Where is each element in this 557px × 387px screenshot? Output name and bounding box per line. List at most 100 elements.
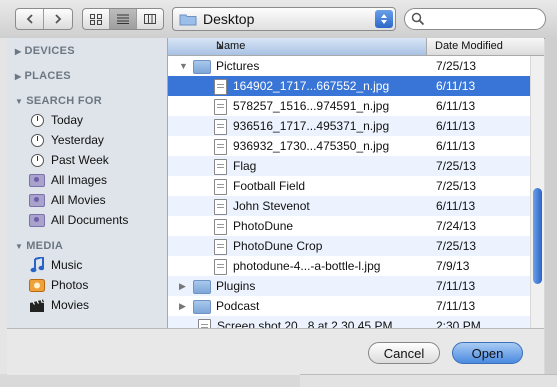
file-row[interactable]: photodune-4...-a-bottle-l.jpg 7/9/13 xyxy=(168,256,544,276)
folder-icon xyxy=(193,280,211,294)
file-row[interactable]: Flag 7/25/13 xyxy=(168,156,544,176)
disclosure-open-icon[interactable]: ▼ xyxy=(179,61,188,71)
chevron-left-icon xyxy=(26,14,33,24)
folder-icon xyxy=(193,300,211,314)
column-header-name[interactable]: Name ▲ xyxy=(168,38,427,55)
search-field[interactable] xyxy=(404,8,546,30)
file-list: Name ▲ Date Modified ▼ Pictures 7/25/13 164… xyxy=(168,38,544,328)
cancel-button[interactable]: Cancel xyxy=(368,342,440,364)
photos-icon xyxy=(29,277,45,293)
smart-folder-icon xyxy=(29,192,45,208)
disclosure-closed-icon[interactable]: ▶ xyxy=(179,281,186,292)
document-icon xyxy=(214,159,227,175)
file-name: 936932_1730...475350_n.jpg xyxy=(233,139,390,153)
vertical-scrollbar[interactable] xyxy=(530,56,544,328)
date-modified: 7/25/13 xyxy=(436,159,477,173)
chevron-right-icon xyxy=(55,14,62,24)
window-edge-right xyxy=(545,38,557,374)
location-popup[interactable]: Desktop xyxy=(172,7,396,31)
sidebar-item-movies[interactable]: Movies xyxy=(29,296,89,314)
sidebar-section-media[interactable]: ▼ MEDIA xyxy=(15,240,63,252)
disclosure-open-icon: ▼ xyxy=(15,241,24,251)
file-row[interactable]: John Stevenot 6/11/13 xyxy=(168,196,544,216)
search-input[interactable] xyxy=(425,11,539,27)
section-label: PLACES xyxy=(24,70,71,82)
date-modified: 2:30 PM xyxy=(436,319,481,328)
date-modified: 7/11/13 xyxy=(436,299,476,313)
date-modified: 7/25/13 xyxy=(436,59,477,73)
disclosure-closed-icon[interactable]: ▶ xyxy=(179,301,186,312)
date-modified: 6/11/13 xyxy=(436,79,476,93)
sidebar-section-devices[interactable]: ▶ DEVICES xyxy=(15,45,75,57)
smart-folder-icon xyxy=(29,212,45,228)
disclosure-closed-icon: ▶ xyxy=(15,46,22,56)
background-window-edge xyxy=(300,374,557,387)
sort-ascending-icon: ▲ xyxy=(216,41,225,51)
sidebar-item-today[interactable]: Today xyxy=(29,111,83,129)
file-row[interactable]: 936516_1717...495371_n.jpg 6/11/13 xyxy=(168,116,544,136)
file-name: Plugins xyxy=(216,279,256,293)
scrollbar-thumb[interactable] xyxy=(533,188,542,284)
file-row[interactable]: Football Field 7/25/13 xyxy=(168,176,544,196)
back-button[interactable] xyxy=(16,9,44,29)
column-header-label: Date Modified xyxy=(435,40,503,52)
section-label: SEARCH FOR xyxy=(26,95,102,107)
document-icon xyxy=(214,239,227,255)
document-icon xyxy=(214,219,227,235)
file-name: PhotoDune Crop xyxy=(233,239,323,253)
document-icon xyxy=(214,119,227,135)
column-view-button[interactable] xyxy=(137,9,163,29)
document-icon xyxy=(214,79,227,95)
smart-folder-icon xyxy=(29,172,45,188)
sidebar-item-yesterday[interactable]: Yesterday xyxy=(29,131,104,149)
section-label: MEDIA xyxy=(26,240,64,252)
sidebar-item-label: Photos xyxy=(51,278,89,292)
file-row[interactable]: PhotoDune 7/24/13 xyxy=(168,216,544,236)
sidebar-item-label: All Documents xyxy=(51,213,129,227)
file-row[interactable]: PhotoDune Crop 7/25/13 xyxy=(168,236,544,256)
icon-view-icon xyxy=(90,13,102,25)
folder-row[interactable]: ▶ Plugins 7/11/13 xyxy=(168,276,544,296)
search-icon xyxy=(411,12,425,26)
column-header-date-modified[interactable]: Date Modified xyxy=(427,38,503,55)
disclosure-closed-icon: ▶ xyxy=(15,71,22,81)
sidebar-section-search-for[interactable]: ▼ SEARCH FOR xyxy=(15,95,102,107)
section-label: DEVICES xyxy=(24,45,75,57)
sidebar-section-places[interactable]: ▶ PLACES xyxy=(15,70,71,82)
document-icon xyxy=(214,199,227,215)
folder-row[interactable]: ▼ Pictures 7/25/13 xyxy=(168,56,544,76)
sidebar-item-music[interactable]: Music xyxy=(29,256,82,274)
sidebar-item-photos[interactable]: Photos xyxy=(29,276,88,294)
list-view-button[interactable] xyxy=(110,9,137,29)
forward-button[interactable] xyxy=(44,9,72,29)
sidebar-item-label: Music xyxy=(51,258,83,272)
location-label: Desktop xyxy=(203,11,255,27)
sidebar-item-all-images[interactable]: All Images xyxy=(29,171,107,189)
folder-icon xyxy=(193,60,211,74)
file-name: 936516_1717...495371_n.jpg xyxy=(233,119,390,133)
sidebar-item-all-documents[interactable]: All Documents xyxy=(29,211,128,229)
date-modified: 7/11/13 xyxy=(436,279,476,293)
date-modified: 7/25/13 xyxy=(436,239,477,253)
file-name: Football Field xyxy=(233,179,306,193)
file-name: John Stevenot xyxy=(233,199,310,213)
toolbar: Desktop xyxy=(0,0,557,39)
sidebar-item-all-movies[interactable]: All Movies xyxy=(29,191,106,209)
disclosure-open-icon: ▼ xyxy=(15,96,24,106)
file-name: 578257_1516...974591_n.jpg xyxy=(233,99,390,113)
sidebar-item-label: Today xyxy=(51,113,84,127)
date-modified: 6/11/13 xyxy=(436,139,476,153)
open-button[interactable]: Open xyxy=(452,342,523,364)
sidebar-item-label: Yesterday xyxy=(51,133,104,147)
file-row[interactable]: 164902_1717...667552_n.jpg 6/11/13 xyxy=(168,76,544,96)
file-row[interactable]: 936932_1730...475350_n.jpg 6/11/13 xyxy=(168,136,544,156)
date-modified: 6/11/13 xyxy=(436,99,476,113)
clock-icon xyxy=(29,132,45,148)
file-row[interactable]: 578257_1516...974591_n.jpg 6/11/13 xyxy=(168,96,544,116)
file-name: Pictures xyxy=(216,59,260,73)
icon-view-button[interactable] xyxy=(83,9,110,29)
sidebar-item-past-week[interactable]: Past Week xyxy=(29,151,109,169)
file-row[interactable]: Screen shot 20...8 at 2.30.45 PM 2:30 PM xyxy=(168,316,544,328)
folder-row[interactable]: ▶ Podcast 7/11/13 xyxy=(168,296,544,316)
view-mode-control xyxy=(82,8,164,30)
